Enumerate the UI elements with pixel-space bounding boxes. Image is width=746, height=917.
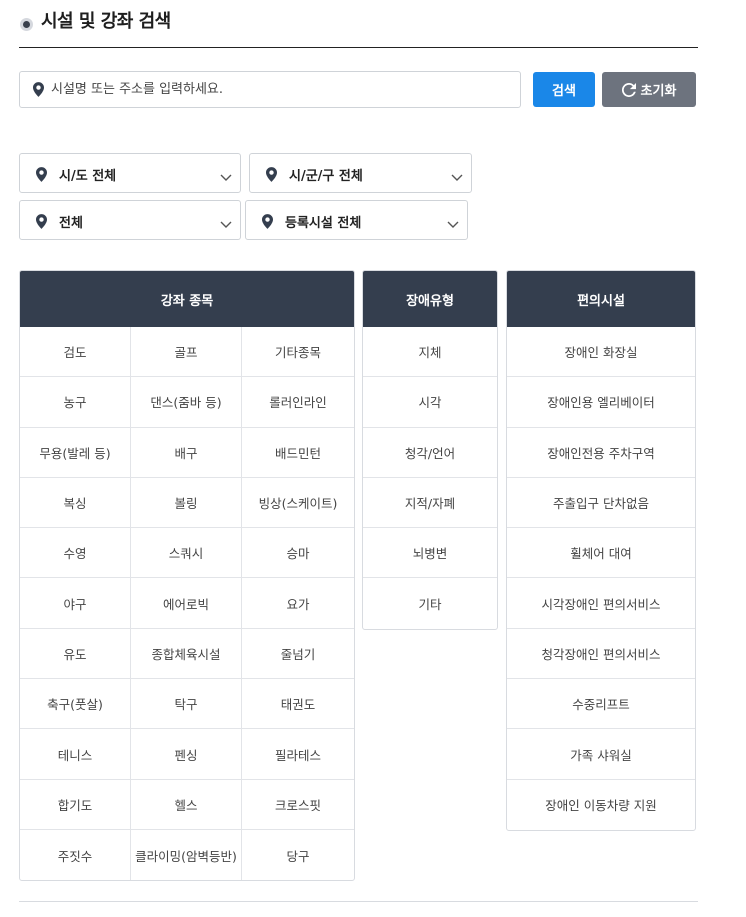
divider: [19, 901, 698, 902]
amenity-option[interactable]: 장애인 이동차량 지원: [507, 780, 695, 830]
amenity-option[interactable]: 장애인 화장실: [507, 327, 695, 378]
sport-option[interactable]: 스쿼시: [131, 528, 242, 579]
disability-option[interactable]: 뇌병변: [363, 528, 497, 579]
sport-option[interactable]: 종합체육시설: [131, 628, 242, 680]
sports-grid: 검도 골프 기타종목농구 댄스(줌바 등) 롤러인라인무용(발레 등) 배구 배드민턴복싱 볼…: [20, 327, 354, 881]
sport-option[interactable]: 농구: [20, 377, 131, 428]
sport-option[interactable]: 검도: [20, 327, 131, 378]
amenity-option[interactable]: 시각장애인 편의서비스: [507, 578, 695, 629]
amenity-option[interactable]: 주출입구 단차없음: [507, 478, 695, 529]
sport-option[interactable]: 에어로빅: [131, 578, 242, 629]
disability-panel: 장애유형 지체 시각 청각/언어 지적/자폐 뇌병변 기타: [362, 270, 498, 630]
amenity-option[interactable]: 수중리프트: [507, 679, 695, 730]
sport-option[interactable]: 클라이밍(암벽등반): [131, 829, 242, 881]
map-pin-icon: [36, 167, 47, 186]
sport-option[interactable]: 크로스핏: [242, 780, 354, 830]
page-header: 시설 및 강좌 검색: [19, 10, 698, 48]
disability-option[interactable]: 지체: [363, 327, 497, 378]
reset-button-label: 초기화: [640, 84, 677, 99]
sport-option[interactable]: 볼링: [131, 477, 242, 529]
sport-option[interactable]: 합기도: [20, 779, 131, 830]
amenities-panel: 편의시설 장애인 화장실 장애인용 엘리베이터 장애인전용 주차구역 주출입구 단차없…: [506, 270, 696, 831]
sport-option[interactable]: 롤러인라인: [242, 377, 354, 428]
sport-option[interactable]: 펜싱: [131, 729, 242, 780]
disability-option[interactable]: 지적/자폐: [363, 478, 497, 529]
search-box: [19, 71, 521, 108]
sido-select-value: 시/도 전체: [59, 169, 117, 184]
page-title: 시설 및 강좌 검색: [41, 11, 171, 32]
sport-option[interactable]: 축구(풋살): [20, 679, 131, 730]
search-button[interactable]: 검색: [533, 72, 595, 107]
sport-option[interactable]: 배드민턴: [242, 428, 354, 478]
amenity-option[interactable]: 장애인용 엘리베이터: [507, 377, 695, 428]
chevron-down-icon: [451, 167, 463, 186]
sport-option[interactable]: 유도: [20, 628, 131, 680]
sport-option[interactable]: 무용(발레 등): [20, 427, 131, 478]
sport-option[interactable]: 복싱: [20, 477, 131, 529]
amenities-panel-header: 편의시설: [507, 271, 695, 327]
sport-option[interactable]: 테니스: [20, 729, 131, 780]
sport-option[interactable]: 태권도: [242, 679, 354, 730]
registered-select-value: 등록시설 전체: [285, 216, 362, 231]
type-select[interactable]: 전체: [19, 200, 241, 240]
refresh-icon: [621, 82, 636, 97]
sport-option[interactable]: 기타종목: [242, 327, 354, 378]
map-pin-icon: [36, 214, 47, 233]
sports-panel: 강좌 종목 검도 골프 기타종목농구 댄스(줌바 등) 롤러인라인무용(발레 등) 배구 배…: [19, 270, 355, 882]
sport-option[interactable]: 주짓수: [20, 829, 131, 881]
amenity-option[interactable]: 청각장애인 편의서비스: [507, 629, 695, 680]
sport-option[interactable]: 줄넘기: [242, 629, 354, 680]
sport-option[interactable]: 수영: [20, 528, 131, 579]
title-bullet-icon: [20, 18, 33, 31]
disability-option[interactable]: 시각: [363, 377, 497, 428]
reset-button[interactable]: 초기화: [602, 72, 696, 107]
sigungu-select[interactable]: 시/군/구 전체: [249, 153, 472, 193]
sport-option[interactable]: 요가: [242, 578, 354, 629]
registered-select[interactable]: 등록시설 전체: [245, 200, 468, 240]
sport-option[interactable]: 골프: [131, 327, 242, 378]
sport-option[interactable]: 당구: [242, 830, 354, 880]
map-pin-icon: [33, 82, 44, 101]
sport-option[interactable]: 헬스: [131, 779, 242, 830]
disability-option[interactable]: 기타: [363, 578, 497, 628]
sport-option[interactable]: 댄스(줌바 등): [131, 377, 242, 428]
sport-option[interactable]: 빙상(스케이트): [242, 478, 354, 529]
amenity-option[interactable]: 휠체어 대여: [507, 528, 695, 579]
sport-option[interactable]: 배구: [131, 427, 242, 478]
sport-option[interactable]: 야구: [20, 578, 131, 629]
type-select-value: 전체: [59, 216, 83, 231]
disability-option[interactable]: 청각/언어: [363, 428, 497, 478]
amenity-option[interactable]: 가족 샤워실: [507, 729, 695, 780]
chevron-down-icon: [220, 167, 232, 186]
sido-select[interactable]: 시/도 전체: [19, 153, 241, 193]
disability-grid: 지체 시각 청각/언어 지적/자폐 뇌병변 기타: [363, 327, 497, 629]
sport-option[interactable]: 승마: [242, 528, 354, 579]
map-pin-icon: [262, 214, 273, 233]
sport-option[interactable]: 탁구: [131, 679, 242, 730]
search-button-label: 검색: [552, 84, 576, 99]
chevron-down-icon: [220, 214, 232, 233]
map-pin-icon: [266, 167, 277, 186]
sport-option[interactable]: 필라테스: [242, 729, 354, 780]
sigungu-select-value: 시/군/구 전체: [289, 169, 363, 184]
disability-panel-header: 장애유형: [363, 271, 497, 327]
chevron-down-icon: [447, 214, 459, 233]
amenity-option[interactable]: 장애인전용 주차구역: [507, 428, 695, 478]
search-input[interactable]: [51, 72, 511, 107]
amenities-grid: 장애인 화장실 장애인용 엘리베이터 장애인전용 주차구역 주출입구 단차없음 휠체어 …: [507, 327, 695, 830]
sports-panel-header: 강좌 종목: [20, 271, 354, 327]
